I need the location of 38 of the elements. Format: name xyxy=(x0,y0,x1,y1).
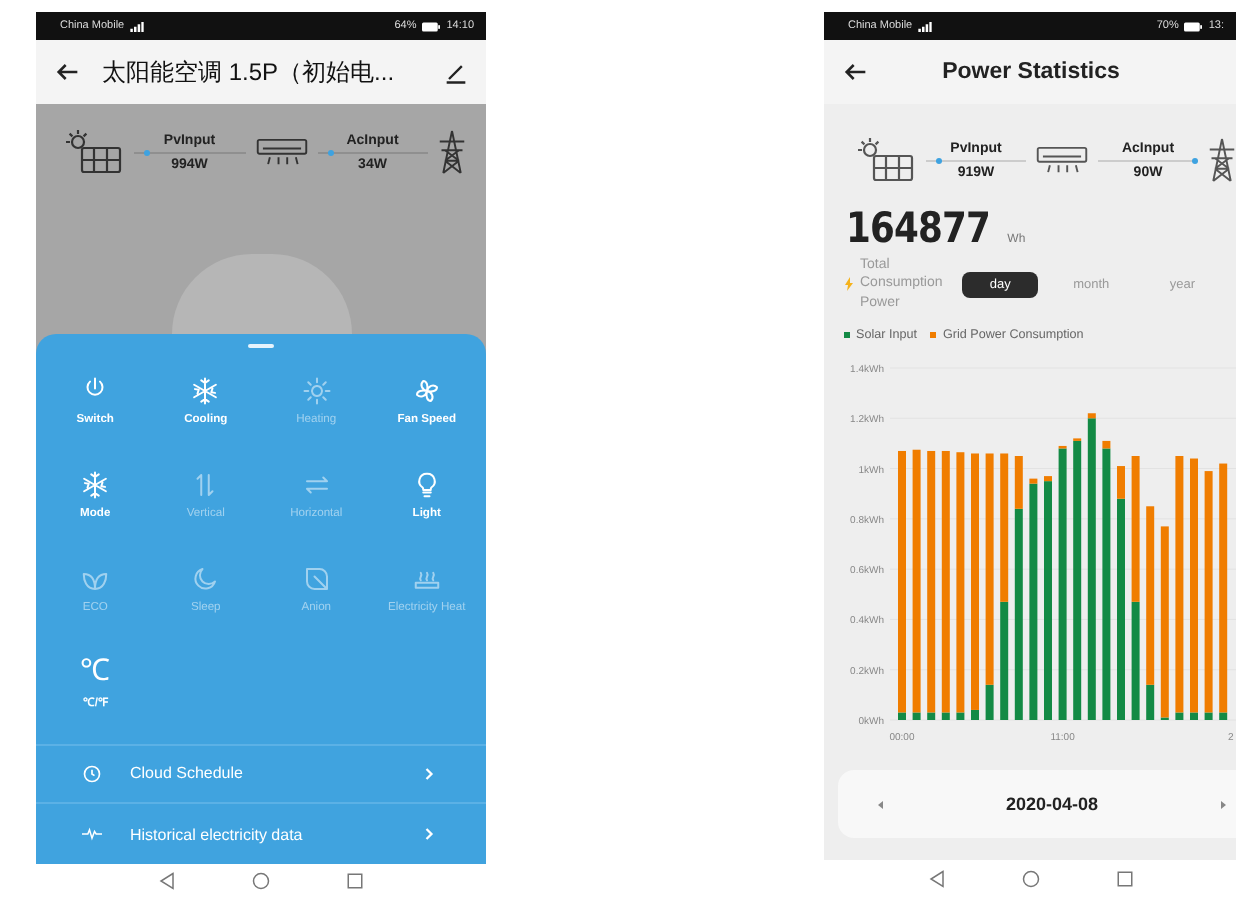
recents-square-icon[interactable] xyxy=(1115,870,1133,888)
screen-title: Power Statistics xyxy=(940,60,1122,84)
air-conditioner-icon xyxy=(255,134,307,170)
moon-icon xyxy=(190,563,221,594)
chevron-right-icon xyxy=(424,826,434,842)
clock-icon xyxy=(82,763,102,784)
drag-handle[interactable] xyxy=(248,344,274,348)
power-tower-icon xyxy=(438,128,466,176)
back-arrow-icon[interactable] xyxy=(842,58,870,86)
leaf-icon xyxy=(301,563,332,594)
previous-triangle-icon[interactable] xyxy=(878,799,884,809)
back-triangle-icon[interactable] xyxy=(158,872,176,890)
snowflake-icon xyxy=(190,375,221,406)
solar-panel-icon xyxy=(856,136,916,184)
signal-icon xyxy=(130,21,145,31)
next-triangle-icon[interactable] xyxy=(1219,799,1226,809)
menu-row[interactable]: Cloud Schedule xyxy=(36,743,486,804)
solar-panel-icon xyxy=(64,128,124,176)
battery-icon xyxy=(1184,21,1203,31)
date-text: 2020-04-08 xyxy=(1005,794,1099,814)
home-circle-icon[interactable] xyxy=(1021,870,1039,888)
battery-icon xyxy=(422,21,441,31)
total-energy-value: 164877 xyxy=(846,204,990,252)
snowflake-icon xyxy=(80,469,111,500)
pulse-icon xyxy=(82,824,102,844)
device-title: 太阳能空调 1.5P（初始电... xyxy=(102,55,397,89)
home-circle-icon[interactable] xyxy=(252,872,270,890)
back-arrow-icon[interactable] xyxy=(54,58,82,86)
back-triangle-icon[interactable] xyxy=(927,870,945,888)
signal-icon xyxy=(918,21,933,31)
power-tower-icon xyxy=(1208,136,1236,184)
recents-square-icon[interactable] xyxy=(346,872,364,890)
fan-icon xyxy=(411,375,442,406)
chevron-right-icon xyxy=(424,765,434,782)
sun-icon xyxy=(301,375,332,406)
menu-row[interactable]: Historical electricity data xyxy=(36,804,486,864)
lightning-icon xyxy=(844,276,854,292)
air-conditioner-icon xyxy=(1036,142,1088,178)
